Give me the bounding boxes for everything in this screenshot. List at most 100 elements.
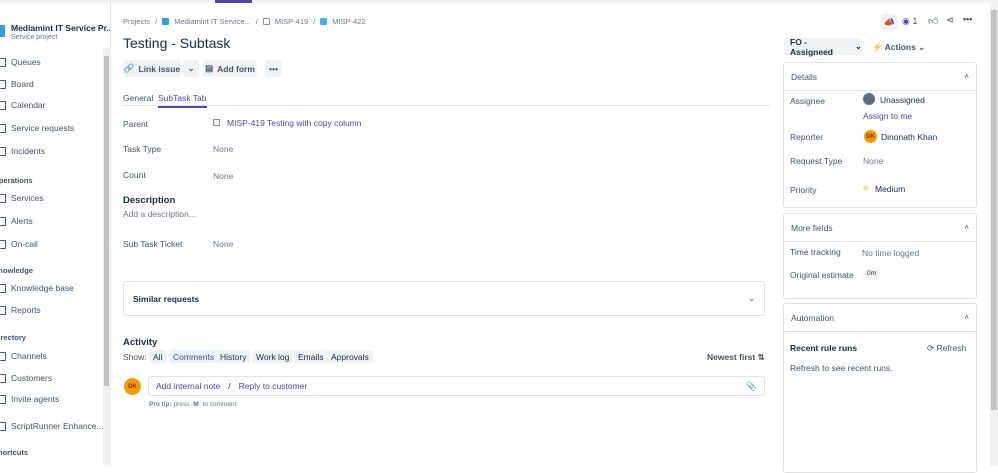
subtask-ticket-value[interactable]: None [213,239,233,249]
sidebar-item-invite-agents[interactable]: Invite agents [0,394,59,404]
watch-button[interactable]: ◉ 1 [902,16,917,27]
actions-button[interactable]: ⚡ Actions ⌄ [872,42,925,53]
sidebar-item-channels[interactable]: Channels [0,351,47,361]
sidebar-item-services[interactable]: Services [0,193,44,203]
pro-tip-label: Pro tip: [149,401,172,408]
services-icon [0,193,6,203]
top-bar [0,0,998,3]
status-label: FO - Assigneed [790,36,833,57]
sidebar-header-shortcuts: Shortcuts [0,448,29,457]
original-estimate-value[interactable]: 0m [863,269,881,278]
page-title[interactable]: Testing - Subtask [123,35,230,51]
more-icon[interactable]: ••• [963,14,972,24]
filter-all[interactable]: All [149,350,167,363]
separator: / [228,381,231,391]
on-call-icon [0,239,6,249]
eye-icon: ◉ [902,16,910,26]
reply-to-customer-link[interactable]: Reply to customer [239,381,308,391]
details-header[interactable]: Details ˄ [784,63,976,91]
sidebar-item-incidents[interactable]: Incidents [0,146,45,156]
priority-value[interactable]: Medium [875,184,905,194]
refresh-button[interactable]: ⟳ Refresh [927,343,966,354]
page-scroll-thumb[interactable] [991,10,997,410]
breadcrumb-projects[interactable]: Projects [123,17,150,26]
sidebar-item-alerts[interactable]: Alerts [0,216,33,226]
reporter-avatar: DK [864,130,877,143]
tab-bar: General SubTask Tab [123,93,770,108]
more-icon: ••• [269,63,278,74]
link-issue-button[interactable]: 🔗 Link issue [123,60,181,77]
sidebar-item-on-call[interactable]: On-call [0,239,38,249]
avatar: DK [124,378,141,395]
status-dropdown[interactable]: FO - Assigneed ⌄ [784,36,862,57]
similar-requests-panel[interactable]: Similar requests ⌄ [123,281,765,316]
sidebar-item-queues[interactable]: Queues [0,57,41,67]
sidebar-item-scriptrunner[interactable]: ScriptRunner Enhance... [0,421,104,431]
priority-medium-icon: = [863,183,868,193]
assignee-value[interactable]: Unassigned [880,95,925,105]
filter-approvals[interactable]: Approvals [327,350,373,363]
filter-work-log[interactable]: Work log [252,350,294,363]
description-input[interactable]: Add a description... [123,209,196,219]
text: to comment [202,401,237,408]
link-icon: 🔗 [123,63,135,73]
comment-box[interactable]: Add internal note / Reply to customer 📎 [148,376,765,396]
automation-header[interactable]: Automation ˄ [784,304,976,332]
reports-icon [0,305,6,315]
feedback-icon[interactable]: 📣 [881,14,898,31]
sidebar-item-customers[interactable]: Customers [0,373,52,383]
sidebar-item-board[interactable]: Board [0,79,34,89]
project-subtitle: Service project [11,34,58,41]
subtask-icon [320,18,328,25]
label: Refresh [936,343,967,353]
project-icon [0,25,5,37]
description-title: Description [123,195,176,206]
breadcrumb-project[interactable]: Mediamint IT Service... [174,17,251,26]
time-tracking-value[interactable]: No time logged [862,248,919,258]
sort-button[interactable]: Newest first ⇅ [707,352,765,363]
sidebar-item-service-requests[interactable]: Service requests [0,123,74,133]
assign-to-me-link[interactable]: Assign to me [863,111,912,121]
filter-comments[interactable]: Comments [169,350,219,363]
chevron-down-icon: ⌄ [748,294,755,303]
breadcrumb-parent[interactable]: MISP-419 [275,17,308,26]
label: Actions [884,42,916,52]
share-icon[interactable]: ⋖ [946,15,954,26]
more-button[interactable]: ••• [265,60,282,77]
link-issue-dropdown[interactable]: ⌄ [183,60,199,77]
tab-subtask[interactable]: SubTask Tab [158,93,207,108]
more-fields-header[interactable]: More fields ˄ [784,214,976,242]
pro-tip: Pro tip: press M to comment [149,401,236,408]
channels-icon [0,351,6,361]
sidebar-item-reports[interactable]: Reports [0,305,41,315]
incidents-icon [0,146,6,156]
add-form-button[interactable]: ▤ Add form [203,60,257,77]
recent-rule-runs-title: Recent rule runs [790,343,858,353]
filter-history[interactable]: History [216,350,251,363]
attachment-icon[interactable]: 📎 [746,381,757,392]
parent-link[interactable]: MISP-419 Testing with copy column [227,118,362,128]
breadcrumb-current[interactable]: MISP-422 [332,17,365,26]
automation-panel: Automation ˄ [783,303,977,473]
label: Incidents [11,146,46,156]
project-title[interactable]: Mediamint IT Service Pr... [11,23,110,33]
add-internal-note-link[interactable]: Add internal note [156,381,220,391]
label: Alerts [11,216,33,226]
issue-icon [213,119,220,126]
task-type-label: Task Type [123,144,162,154]
filter-emails[interactable]: Emails [294,350,328,363]
activity-title: Activity [123,337,158,348]
sidebar-item-knowledge-base[interactable]: Knowledge base [0,283,74,293]
chevron-up-icon: ˄ [964,72,969,81]
alerts-icon [0,216,6,226]
request-type-value[interactable]: None [863,156,883,166]
thumbs-up-icon[interactable]: 👍︎ [928,15,938,27]
count-value[interactable]: None [213,171,233,181]
label: Knowledge base [11,283,74,293]
sidebar-item-calendar[interactable]: Calendar [0,100,46,110]
sidebar-scroll-thumb[interactable] [104,56,109,386]
tab-general[interactable]: General [123,93,153,103]
task-type-value[interactable]: None [213,144,233,154]
reporter-value[interactable]: Dinonath Khan [881,132,937,142]
original-estimate-label: Original estimate [790,270,854,280]
